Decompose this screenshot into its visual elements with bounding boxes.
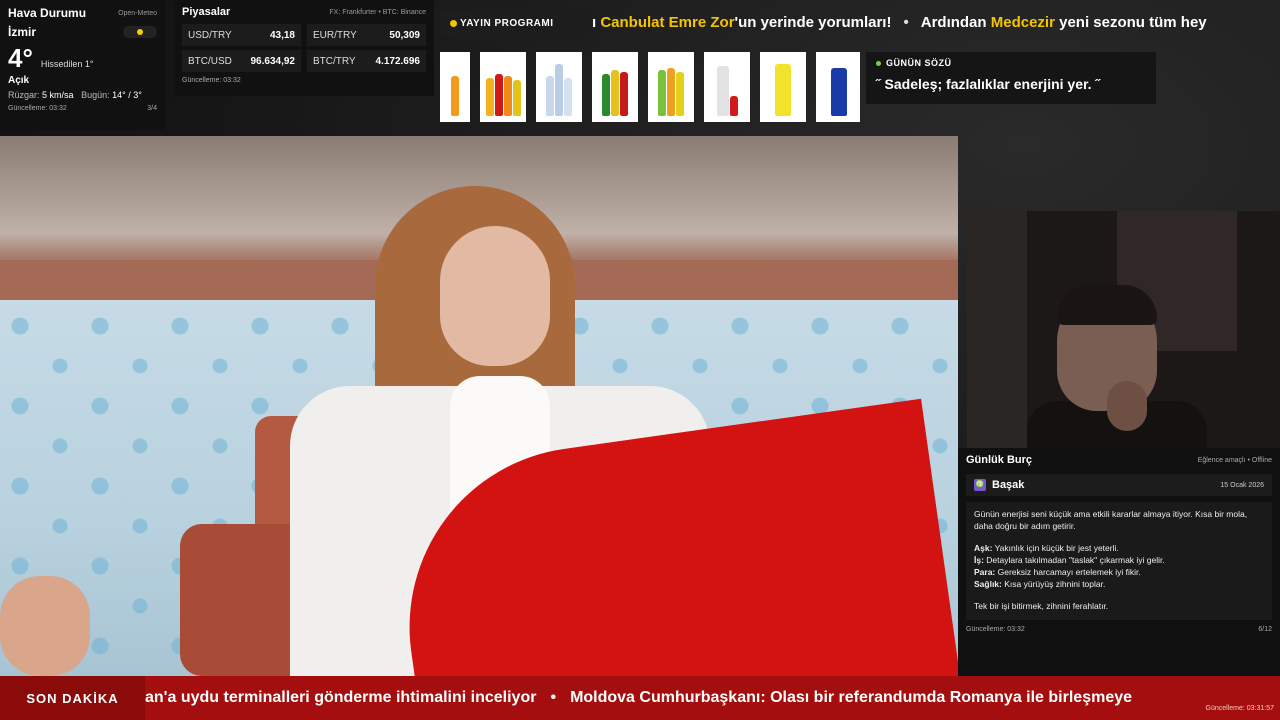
weather-temp: 4° <box>8 43 33 73</box>
product-image <box>480 52 526 122</box>
market-label: EUR/TRY <box>313 29 357 41</box>
market-value: 96.634,92 <box>250 55 296 67</box>
today-label: Bugün: <box>81 90 110 100</box>
horoscope-sign: Başak <box>992 479 1025 491</box>
love-key: Aşk: <box>974 543 993 553</box>
wind-value: 5 km/sa <box>42 90 74 100</box>
horoscope-money: Para: Gereksiz harcamayı ertelemek iyi f… <box>974 566 1264 578</box>
quote-of-day: GÜNÜN SÖZÜ ˝ Sadeleş; fazlalıklar enerji… <box>866 52 1156 104</box>
weather-updated: Güncelleme: 03:32 <box>8 105 67 112</box>
ticker-separator: • <box>550 689 557 706</box>
product-image <box>536 52 582 122</box>
weather-condition: Açık <box>8 75 30 86</box>
product-image <box>592 52 638 122</box>
sun-icon <box>123 26 157 38</box>
weather-wind: Rüzgar: 5 km/sa Bugün: 14° / 3° <box>8 90 157 100</box>
markets-source: FX: Frankfurter • BTC: Binance <box>329 8 426 16</box>
horoscope-body: Günün enerjisi seni küçük ama etkili kar… <box>966 502 1272 620</box>
weather-page: 3/4 <box>147 105 157 112</box>
schedule-ticker: ı Canbulat Emre Zor'un yerinde yorumları… <box>592 8 1280 38</box>
health-value: Kısa yürüyüş zihnini toplar. <box>1001 579 1106 589</box>
horoscope-page: 6/12 <box>1258 626 1272 633</box>
markets-title: Piyasalar <box>182 6 231 18</box>
host-hand <box>0 576 90 676</box>
money-value: Gereksiz harcamayı ertelemek iyi fikir. <box>995 567 1141 577</box>
horoscope-title: Günlük Burç <box>966 454 1033 466</box>
quote-text: ˝ Sadeleş; fazlalıklar enerjini yer. ˝ <box>876 76 1101 92</box>
market-label: BTC/TRY <box>313 55 356 67</box>
weather-source: Open-Meteo <box>118 9 157 17</box>
breaking-updated: Güncelleme: 03:31:57 <box>1205 705 1275 712</box>
weather-panel: Hava Durumu Open-Meteo İzmir 4° Hissedil… <box>0 0 165 130</box>
ticker-highlight: Canbulat Emre Zor <box>600 14 735 31</box>
markets-panel: Piyasalar FX: Frankfurter • BTC: Binance… <box>174 0 434 96</box>
product-image <box>760 52 806 122</box>
horoscope-work: İş: Detaylara takılmadan "taslak" çıkarm… <box>974 554 1264 566</box>
product-image <box>440 52 470 122</box>
quote-label: GÜNÜN SÖZÜ <box>886 58 952 68</box>
today-value: 14° / 3° <box>112 90 142 100</box>
ticker-text: yeni sezonu tüm hey <box>1054 14 1207 31</box>
money-key: Para: <box>974 567 996 577</box>
wind-label: Rüzgar: <box>8 90 40 100</box>
market-value: 43,18 <box>269 29 295 41</box>
ticker-separator: • <box>903 14 909 31</box>
ticker-highlight: Medcezir <box>990 14 1055 31</box>
sponsor-product-strip <box>440 52 860 122</box>
markets-updated: Güncelleme: 03:32 <box>182 77 241 84</box>
market-eur-try: EUR/TRY 50,309 <box>307 24 426 46</box>
weather-city: İzmir <box>8 25 37 39</box>
ticker-text: an'a uydu terminalleri gönderme ihtimali… <box>145 689 537 706</box>
horoscope-love: Aşk: Yakınlık için küçük bir jest yeterl… <box>974 542 1264 554</box>
stream-overlay: Hava Durumu Open-Meteo İzmir 4° Hissedil… <box>0 0 1280 720</box>
main-video-feed <box>0 136 958 676</box>
breaking-news-bar: SON DAKİKA an'a uydu terminalleri gönder… <box>0 676 1280 720</box>
love-value: Yakınlık için küçük bir jest yeterli. <box>992 543 1119 553</box>
horoscope-updated: Güncelleme: 03:32 <box>966 626 1025 633</box>
horoscope-health: Sağlık: Kısa yürüyüş zihnini toplar. <box>974 578 1264 590</box>
schedule-label: YAYIN PROGRAMI <box>440 10 590 36</box>
health-key: Sağlık: <box>974 579 1002 589</box>
status-dot-icon <box>876 60 881 66</box>
breaking-news-ticker: an'a uydu terminalleri gönderme ihtimali… <box>145 689 1280 707</box>
product-image <box>648 52 694 122</box>
product-image <box>704 52 750 122</box>
market-btc-try: BTC/TRY 4.172.696 <box>307 50 426 72</box>
market-usd-try: USD/TRY 43,18 <box>182 24 301 46</box>
horoscope-closing: Tek bir işi bitirmek, zihnini ferahlatır… <box>974 601 1109 611</box>
horoscope-intro: Günün enerjisi seni küçük ama etkili kar… <box>974 509 1248 531</box>
ticker-text: Moldova Cumhurbaşkanı: Olası bir referan… <box>570 689 1133 706</box>
schedule-label-text: YAYIN PROGRAMI <box>460 17 554 29</box>
ticker-text: Ardından <box>920 14 991 31</box>
horoscope-date: 15 Ocak 2026 <box>1220 481 1264 489</box>
market-label: USD/TRY <box>188 29 232 41</box>
horoscope-sign-row: ♍ Başak 15 Ocak 2026 <box>966 474 1272 496</box>
market-value: 4.172.696 <box>375 55 421 67</box>
work-value: Detaylara takılmadan "taslak" çıkarmak i… <box>983 555 1165 565</box>
live-dot-icon <box>450 19 457 27</box>
market-label: BTC/USD <box>188 55 232 67</box>
market-btc-usd: BTC/USD 96.634,92 <box>182 50 301 72</box>
work-key: İş: <box>974 555 984 565</box>
virgo-icon: ♍ <box>974 479 986 491</box>
webcam-feed <box>967 211 1280 448</box>
product-image <box>816 52 860 122</box>
ticker-text: 'un yerinde yorumları! <box>734 14 892 31</box>
horoscope-status: Eğlence amaçlı • Offline <box>1197 456 1272 464</box>
market-value: 50,309 <box>389 29 420 41</box>
weather-feels: Hissedilen 1° <box>40 59 94 69</box>
weather-title: Hava Durumu <box>8 6 87 20</box>
breaking-news-label: SON DAKİKA <box>0 676 145 720</box>
horoscope-panel: Günlük Burç Eğlence amaçlı • Offline ♍ Ba… <box>958 448 1280 676</box>
